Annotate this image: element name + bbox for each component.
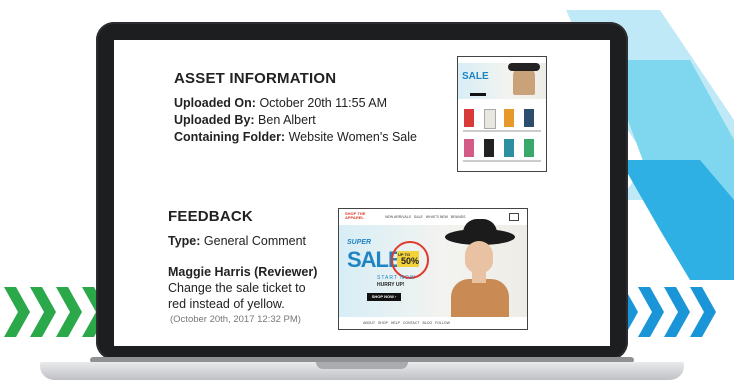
preview-nav-item[interactable]: NEW ARRIVALS <box>385 215 411 219</box>
preview-hurry: HURRY UP! <box>377 282 405 288</box>
thumb-product <box>524 139 534 157</box>
comment-timestamp: (October 20th, 2017 12:32 PM) <box>170 314 301 325</box>
preview-footer: ABOUT SHOP HELP CONTACT BLOG FOLLOW <box>363 321 450 325</box>
uploaded-by-row: Uploaded By: Ben Albert <box>174 113 316 127</box>
preview-footer-item[interactable]: SHOP <box>378 321 388 325</box>
cart-icon[interactable] <box>509 213 519 221</box>
laptop-screen: ASSET INFORMATION Uploaded On: October 2… <box>114 40 610 346</box>
preview-nav-item[interactable]: SALE <box>414 215 423 219</box>
preview-shop-now-button[interactable]: SHOP NOW › <box>367 293 401 301</box>
preview-logo-line2: APPAREL <box>345 215 364 220</box>
asset-info-heading: ASSET INFORMATION <box>174 70 337 87</box>
model-hat-crown <box>463 219 497 237</box>
thumb-product <box>484 109 496 129</box>
thumb-product <box>504 139 514 157</box>
reviewer-name: Maggie Harris (Reviewer) <box>168 265 318 279</box>
preview-start-now: START NOW <box>377 275 416 281</box>
uploaded-by-label: Uploaded By: <box>174 113 255 127</box>
preview-logo: SHOP THE APPAREL <box>345 212 365 220</box>
uploaded-on-row: Uploaded On: October 20th 11:55 AM <box>174 96 387 110</box>
laptop-notch <box>316 362 408 369</box>
feedback-heading: FEEDBACK <box>168 208 253 225</box>
model-jacket <box>451 279 509 317</box>
feedback-type-label: Type: <box>168 234 201 248</box>
preview-footer-item[interactable]: FOLLOW <box>435 321 450 325</box>
thumb-sale-text: SALE <box>462 71 489 82</box>
feedback-type-value: General Comment <box>203 234 307 248</box>
annotation-circle[interactable] <box>391 241 429 279</box>
uploaded-on-label: Uploaded On: <box>174 96 256 110</box>
thumb-product <box>464 139 474 157</box>
thumb-product <box>524 109 534 127</box>
uploaded-on-value: October 20th 11:55 AM <box>259 96 388 110</box>
preview-footer-item[interactable]: CONTACT <box>403 321 420 325</box>
thumb-product <box>504 109 514 127</box>
thumb-hat <box>508 63 540 71</box>
thumb-divider <box>463 130 541 132</box>
folder-value[interactable]: Website Women's Sale <box>289 130 417 144</box>
model-neck <box>472 269 486 283</box>
preview-footer-item[interactable]: BLOG <box>422 321 432 325</box>
preview-nav-item[interactable]: WHAT'S NEW <box>426 215 448 219</box>
preview-footer-item[interactable]: HELP <box>391 321 400 325</box>
thumb-product <box>464 109 474 127</box>
thumb-divider <box>463 160 541 162</box>
folder-row: Containing Folder: Website Women's Sale <box>174 130 417 144</box>
thumb-product <box>484 139 494 157</box>
preview-nav: NEW ARRIVALS SALE WHAT'S NEW BRANDS <box>385 215 466 219</box>
preview-footer-item[interactable]: ABOUT <box>363 321 375 325</box>
asset-thumbnail[interactable]: SALE <box>457 56 547 172</box>
green-arrows <box>4 287 108 337</box>
thumb-button <box>470 93 486 96</box>
uploaded-by-value: Ben Albert <box>258 113 316 127</box>
preview-nav-item[interactable]: BRANDS <box>451 215 466 219</box>
preview-super: SUPER <box>347 239 372 246</box>
comment-line-2: red instead of yellow. <box>168 297 285 311</box>
comment-line-1: Change the sale ticket to <box>168 281 306 295</box>
feedback-type-row: Type: General Comment <box>168 234 306 248</box>
website-preview[interactable]: SHOP THE APPAREL NEW ARRIVALS SALE WHAT'… <box>338 208 528 330</box>
folder-label: Containing Folder: <box>174 130 286 144</box>
